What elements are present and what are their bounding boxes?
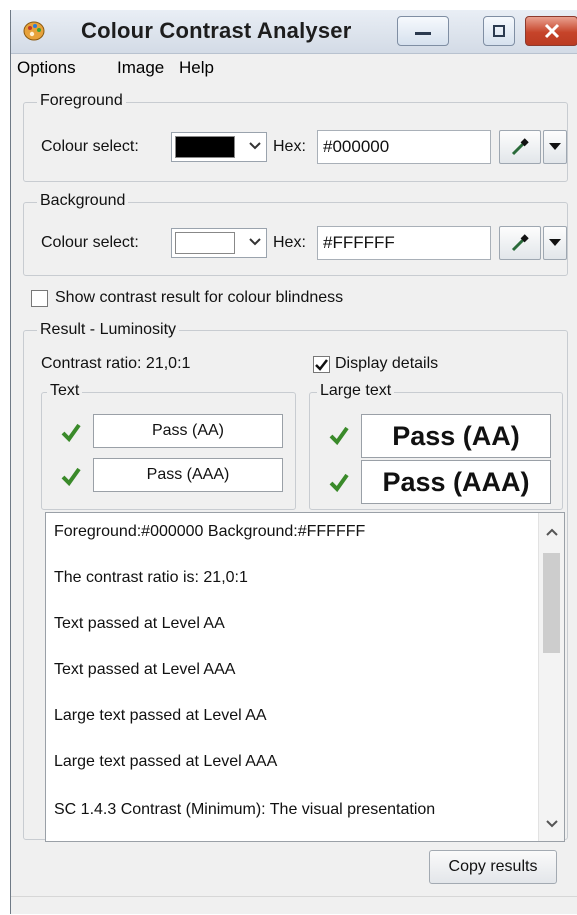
status-bar	[11, 896, 577, 915]
palette-icon	[23, 21, 45, 41]
foreground-colour-label: Colour select:	[41, 138, 139, 155]
chevron-down-icon	[249, 142, 261, 150]
large-text-aa-result: Pass (AA)	[361, 414, 551, 458]
scroll-up-icon[interactable]	[545, 527, 559, 537]
window-title: Colour Contrast Analyser	[81, 18, 352, 43]
display-details-checkbox[interactable]	[313, 356, 330, 373]
details-line: Foreground:#000000 Background:#FFFFFF	[54, 523, 366, 540]
foreground-hex-label: Hex:	[273, 138, 306, 155]
background-title: Background	[37, 192, 129, 210]
large-text-group-title: Large text	[317, 382, 395, 400]
copy-results-button[interactable]: Copy results	[429, 850, 557, 884]
menu-image[interactable]: Image	[117, 58, 164, 78]
chevron-down-icon	[249, 238, 261, 246]
details-line: Large text passed at Level AAA	[54, 753, 278, 770]
foreground-swatch	[175, 136, 235, 158]
result-title: Result - Luminosity	[37, 321, 180, 339]
details-line: The contrast ratio is: 21,0:1	[54, 569, 248, 586]
background-swatch	[175, 232, 235, 254]
foreground-hex-input[interactable]	[317, 130, 491, 164]
eyedropper-icon	[511, 234, 529, 252]
menu-help[interactable]: Help	[179, 58, 214, 78]
background-colour-label: Colour select:	[41, 234, 139, 251]
close-icon	[544, 23, 559, 39]
text-aa-result: Pass (AA)	[93, 414, 283, 448]
background-dropdown-button[interactable]	[543, 226, 567, 260]
details-line: SC 1.4.3 Contrast (Minimum): The visual …	[54, 801, 436, 818]
triangle-down-icon	[549, 239, 561, 246]
background-hex-input[interactable]	[317, 226, 491, 260]
large-text-aaa-result: Pass (AAA)	[361, 460, 551, 504]
app-window: Colour Contrast Analyser Options Image H…	[10, 10, 577, 914]
restore-icon	[493, 25, 505, 37]
text-group	[41, 392, 296, 510]
scroll-down-icon[interactable]	[545, 819, 559, 829]
display-details-label: Display details	[335, 355, 439, 372]
checkmark-icon	[315, 359, 328, 371]
restore-button[interactable]	[483, 16, 515, 46]
details-line: Large text passed at Level AA	[54, 707, 267, 724]
triangle-down-icon	[549, 143, 561, 150]
colour-blindness-checkbox[interactable]	[31, 290, 48, 307]
details-scrollbar[interactable]	[538, 513, 564, 841]
foreground-dropdown-button[interactable]	[543, 130, 567, 164]
minimize-icon	[415, 32, 431, 35]
pass-tick-icon	[61, 423, 81, 442]
menu-bar: Options Image Help	[11, 56, 577, 82]
pass-tick-icon	[329, 426, 349, 445]
contrast-ratio-label: Contrast ratio: 21,0:1	[41, 355, 191, 372]
foreground-eyedropper-button[interactable]	[499, 130, 541, 164]
details-line: Text passed at Level AA	[54, 615, 225, 632]
background-hex-label: Hex:	[273, 234, 306, 251]
background-colour-select[interactable]	[171, 228, 267, 258]
minimize-button[interactable]	[397, 16, 449, 46]
colour-blindness-label: Show contrast result for colour blindnes…	[55, 289, 344, 306]
pass-tick-icon	[61, 467, 81, 486]
details-line: Text passed at Level AAA	[54, 661, 236, 678]
title-bar: Colour Contrast Analyser	[11, 10, 577, 54]
close-button[interactable]	[525, 16, 577, 46]
pass-tick-icon	[329, 473, 349, 492]
details-text-area[interactable]: Foreground:#000000 Background:#FFFFFF Th…	[45, 512, 565, 842]
foreground-colour-select[interactable]	[171, 132, 267, 162]
eyedropper-icon	[511, 138, 529, 156]
text-group-title: Text	[47, 382, 83, 400]
text-aaa-result: Pass (AAA)	[93, 458, 283, 492]
menu-options[interactable]: Options	[17, 58, 76, 78]
foreground-title: Foreground	[37, 92, 126, 110]
scrollbar-thumb[interactable]	[543, 553, 560, 653]
background-eyedropper-button[interactable]	[499, 226, 541, 260]
